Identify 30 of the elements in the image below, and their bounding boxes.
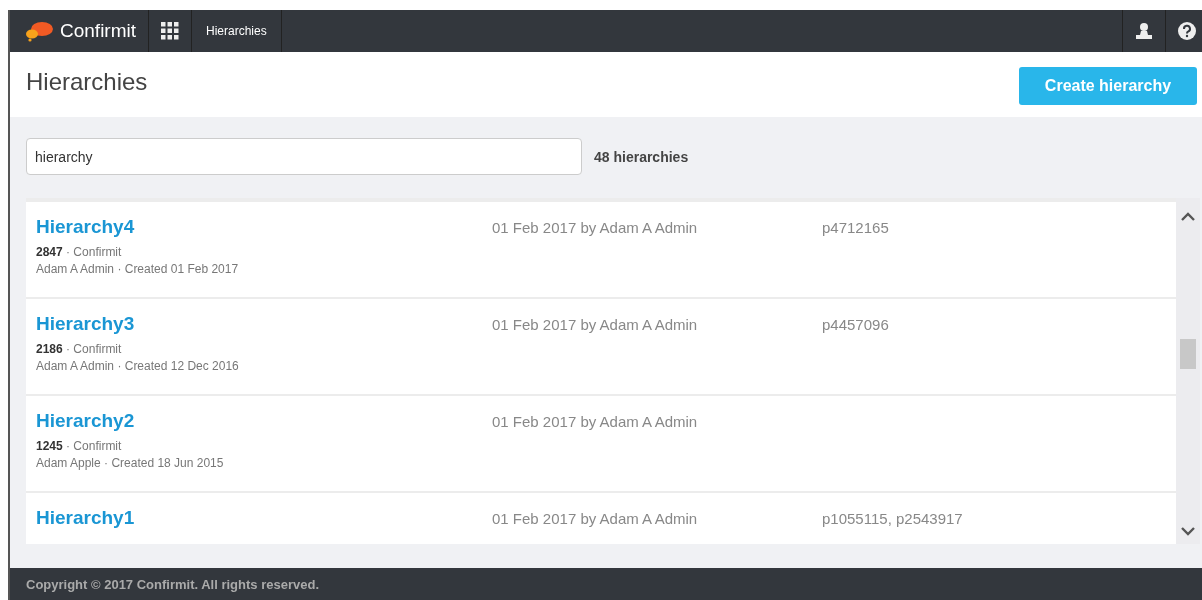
project-ids: p4712165 [822, 219, 889, 236]
scroll-down-icon[interactable] [1181, 527, 1195, 536]
app-grid-icon[interactable] [161, 22, 179, 40]
created-info: Adam A Admin · Created 12 Dec 2016 [36, 359, 239, 373]
search-field[interactable]: hierarchy [26, 138, 582, 175]
created-info: Adam A Admin · Created 01 Feb 2017 [36, 262, 239, 276]
page-title: Hierarchies [26, 67, 148, 96]
hierarchy-meta: 2186 · Confirmit [36, 342, 122, 356]
created-info: Adam Apple · Created 18 Jun 2015 [36, 456, 224, 470]
hierarchy-link[interactable]: Hierarchy1 [36, 507, 135, 529]
scroll-up-icon[interactable] [1181, 212, 1195, 221]
create-hierarchy-button[interactable]: Create hierarchy [1019, 66, 1197, 105]
modified-info: 01 Feb 2017 by Adam A Admin [492, 219, 698, 236]
user-icon[interactable] [1135, 22, 1153, 40]
project-ids: p1055115, p2543917 [822, 510, 963, 527]
result-count: 48 hierarchies [594, 148, 689, 165]
help-icon[interactable] [1178, 22, 1196, 40]
logo-icon [24, 20, 54, 42]
scroll-thumb[interactable] [1180, 339, 1196, 369]
modified-info: 01 Feb 2017 by Adam A Admin [492, 413, 698, 430]
hierarchy-link[interactable]: Hierarchy4 [36, 216, 135, 238]
hierarchy-link[interactable]: Hierarchy3 [36, 313, 135, 335]
hierarchy-meta: 1245 · Confirmit [36, 439, 122, 453]
modified-info: 01 Feb 2017 by Adam A Admin [492, 316, 698, 333]
hierarchy-meta: 2847 · Confirmit [36, 245, 122, 259]
hierarchy-link[interactable]: Hierarchy2 [36, 410, 135, 432]
brand-name[interactable]: Confirmit [60, 20, 136, 42]
copyright-text: Copyright © 2017 Confirmit. All rights reserved. [26, 576, 319, 592]
modified-info: 01 Feb 2017 by Adam A Admin [492, 510, 698, 527]
project-ids: p4457096 [822, 316, 889, 333]
